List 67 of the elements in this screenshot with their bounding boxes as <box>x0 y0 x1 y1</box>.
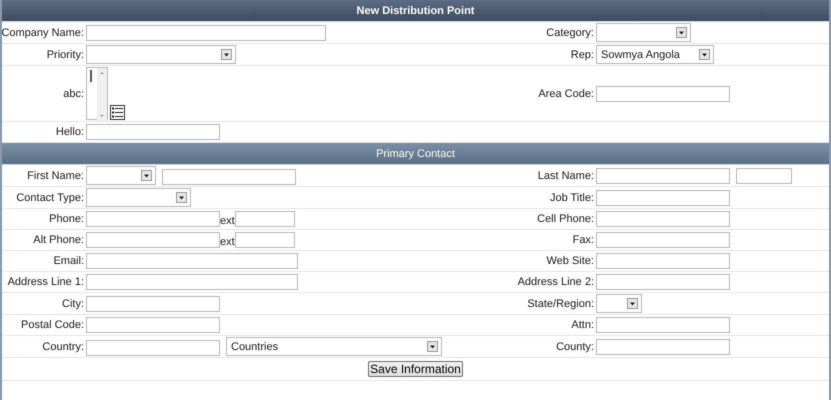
caret-icon <box>141 170 152 181</box>
dropdown[interactable] <box>596 294 642 313</box>
list-icon[interactable] <box>110 105 125 120</box>
field-label: Attn: <box>571 319 595 331</box>
field-label: Postal Code: <box>21 319 85 331</box>
dropdown[interactable]: Sowmya Angola <box>596 45 714 64</box>
save-button[interactable]: Save Information <box>368 361 463 377</box>
field-label: Rep: <box>570 48 595 60</box>
field-label: Cell Phone: <box>537 213 595 225</box>
field-label: Company Name: <box>1 26 85 38</box>
caret-icon <box>627 298 638 309</box>
text-field[interactable] <box>86 211 220 227</box>
list-box[interactable] <box>86 67 108 120</box>
text-field[interactable] <box>596 274 730 290</box>
text-field[interactable] <box>596 211 730 227</box>
field-label: Area Code: <box>538 88 595 100</box>
dropdown[interactable] <box>596 23 691 42</box>
field-label: abc: <box>63 88 85 100</box>
caret-icon <box>176 192 187 203</box>
field-label: Email: <box>53 255 85 267</box>
text-field[interactable] <box>234 211 295 227</box>
text-field[interactable] <box>596 232 730 248</box>
field-label: Address Line 1: <box>8 276 85 288</box>
text-field[interactable] <box>162 169 296 185</box>
text-field[interactable] <box>86 274 298 290</box>
text-field[interactable] <box>736 168 792 184</box>
text-field[interactable] <box>86 124 220 140</box>
text-field[interactable] <box>596 190 730 206</box>
field-label: Phone: <box>49 213 85 225</box>
text-field[interactable] <box>86 232 220 248</box>
field-label: Alt Phone: <box>33 234 85 246</box>
ext-label: ext <box>220 215 235 227</box>
field-label: Contact Type: <box>16 192 85 204</box>
text-field[interactable] <box>596 317 730 333</box>
field-label: Web Site: <box>546 255 595 267</box>
field-label: Category: <box>546 26 595 38</box>
caret-icon <box>676 27 687 38</box>
caret-icon <box>221 49 232 60</box>
field-label: Last Name: <box>538 170 595 182</box>
field-label: Fax: <box>572 234 595 246</box>
field-label: Address Line 2: <box>518 276 595 288</box>
field-label: Country: <box>42 340 85 352</box>
field-label: County: <box>556 340 595 352</box>
text-field[interactable] <box>596 253 730 269</box>
caret-icon <box>699 49 710 60</box>
section-header: Primary Contact <box>2 143 829 165</box>
dropdown[interactable] <box>86 166 156 185</box>
field-label: City: <box>62 298 85 310</box>
text-field[interactable] <box>86 253 298 269</box>
text-field[interactable] <box>234 232 295 248</box>
text-field[interactable] <box>596 86 730 102</box>
text-field[interactable] <box>86 24 326 40</box>
text-field[interactable] <box>86 296 220 312</box>
text-field[interactable] <box>86 340 220 356</box>
text-field[interactable] <box>596 338 730 354</box>
field-label: Job Title: <box>550 192 595 204</box>
section-header: New Distribution Point <box>2 0 829 22</box>
field-label: Hello: <box>56 126 85 138</box>
ext-label: ext <box>220 236 235 248</box>
caret-icon <box>427 341 438 352</box>
field-label: State/Region: <box>527 298 595 310</box>
field-label: First Name: <box>27 170 85 182</box>
field-label: Priority: <box>46 48 85 60</box>
dropdown[interactable] <box>86 188 191 207</box>
text-field[interactable] <box>86 317 220 333</box>
text-field[interactable] <box>596 168 730 184</box>
dropdown[interactable]: Countries <box>226 337 442 356</box>
